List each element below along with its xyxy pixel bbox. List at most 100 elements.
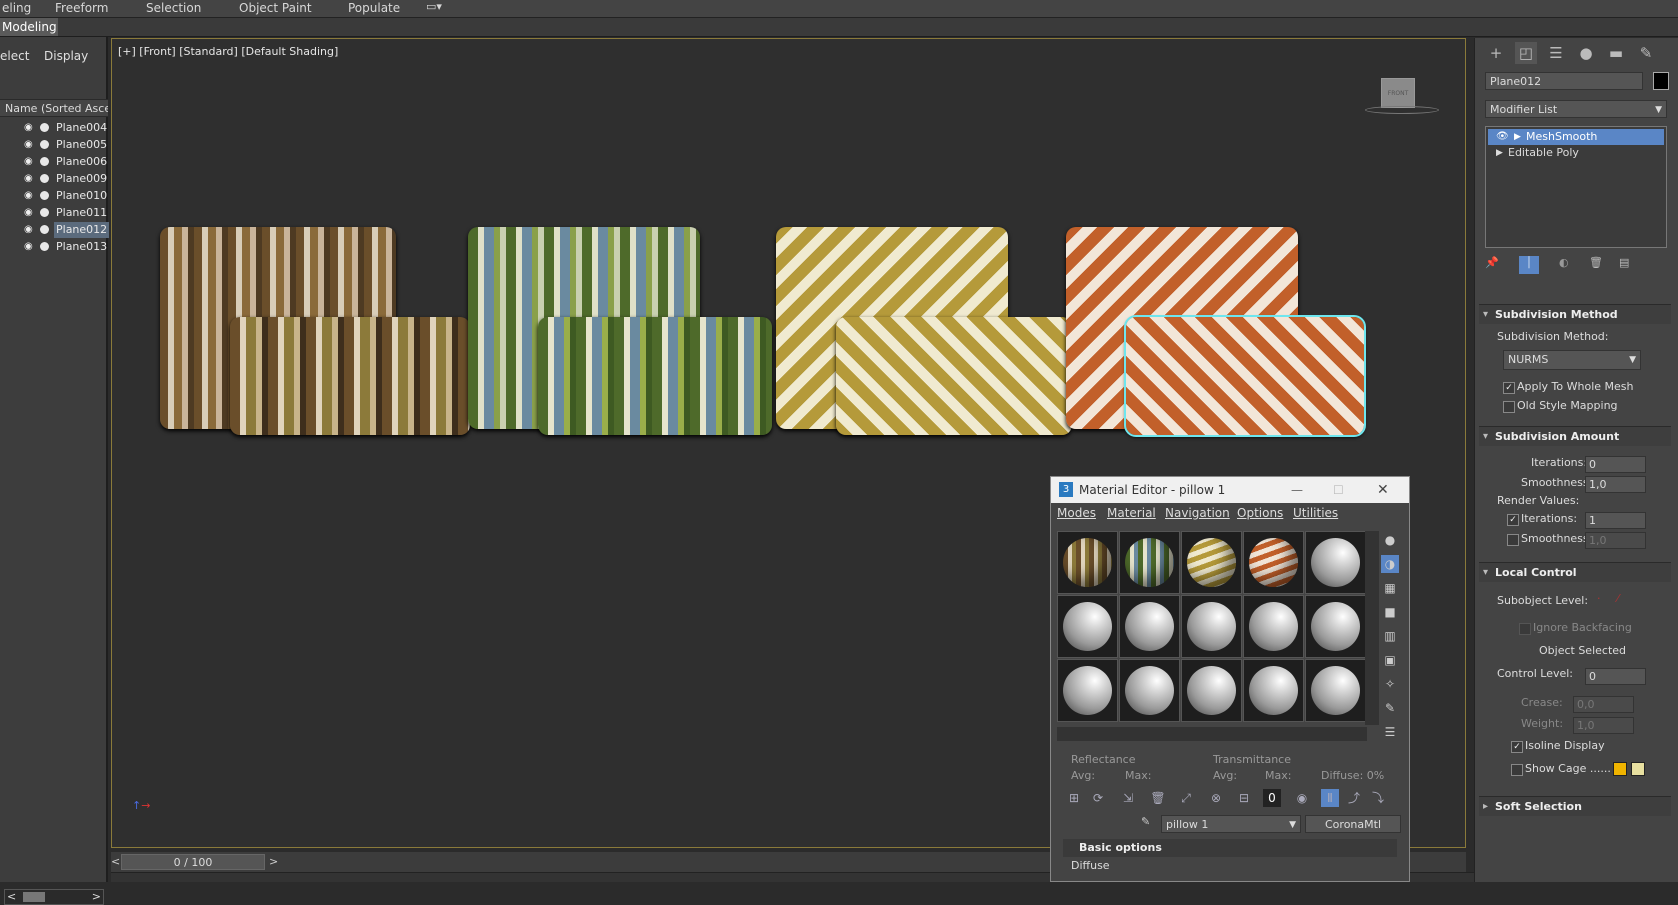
material-slot[interactable] [1305,659,1366,722]
render-toggle-icon[interactable] [40,225,49,234]
close-icon[interactable]: ✕ [1377,477,1389,503]
eye-icon[interactable]: ◉ [24,122,35,133]
section-local-control[interactable]: Local Control [1479,562,1671,583]
timeline-prev-button[interactable]: < [111,855,120,868]
show-end-result-icon[interactable]: Ⅱ [1321,789,1339,807]
render-toggle-icon[interactable] [40,123,49,132]
old-style-mapping-checkbox[interactable] [1503,401,1515,413]
cage-color-swatch-2[interactable] [1631,762,1645,776]
pillow-striped-green-small[interactable] [538,317,772,435]
make-preview-icon[interactable]: ▣ [1381,651,1399,669]
isoline-display-checkbox[interactable]: ✓ [1511,741,1523,753]
material-slot[interactable] [1305,595,1366,658]
time-slider[interactable]: 0 / 100 [121,854,265,870]
menu-options[interactable]: Options [1237,506,1283,520]
weight-spinner[interactable]: 1,0 [1573,717,1634,734]
assign-to-selection-icon[interactable]: ⇲ [1119,789,1137,807]
material-slot[interactable] [1057,659,1118,722]
explorer-tab-display[interactable]: Display [44,49,88,63]
put-to-scene-icon[interactable]: ⟳ [1089,789,1107,807]
section-subdivision-amount[interactable]: Subdivision Amount [1479,426,1671,447]
material-name-field[interactable]: pillow 1 ▼ [1161,815,1301,833]
sample-uv-tiling-icon[interactable]: ■ [1381,603,1399,621]
make-unique-icon[interactable]: ⊗ [1207,789,1225,807]
material-navigator-icon[interactable]: ☰ [1381,723,1399,741]
make-unique-icon[interactable]: ◐ [1559,256,1569,269]
render-iterations-checkbox[interactable]: ✓ [1507,514,1519,526]
explorer-row[interactable]: ◉ Plane011 [0,204,107,222]
scroll-left-icon[interactable]: < [7,890,16,903]
ignore-backfacing-checkbox[interactable] [1519,623,1531,635]
eye-icon[interactable]: ◉ [24,139,35,150]
smoothness-spinner[interactable]: 1,0 [1585,476,1646,493]
basic-options-rollout[interactable]: Basic options [1063,839,1397,857]
select-by-material-icon[interactable]: ✎ [1381,699,1399,717]
material-slot[interactable] [1057,595,1118,658]
get-material-icon[interactable]: ⊞ [1065,789,1083,807]
explorer-row[interactable]: ◉ Plane013 [0,238,107,256]
render-iterations-spinner[interactable]: 1 [1585,512,1646,529]
options-icon[interactable]: ✧ [1381,675,1399,693]
render-toggle-icon[interactable] [40,140,49,149]
section-subdivision-method[interactable]: Subdivision Method [1479,304,1671,325]
render-toggle-icon[interactable] [40,191,49,200]
scroll-thumb[interactable] [23,892,45,902]
hierarchy-tab-icon[interactable]: ☰ [1545,42,1567,64]
vertex-level-icon[interactable]: · [1597,592,1601,605]
explorer-row[interactable]: ◉ Plane009 [0,170,107,188]
render-toggle-icon[interactable] [40,208,49,217]
material-editor-titlebar[interactable]: 3 Material Editor - pillow 1 — ☐ ✕ [1051,477,1409,503]
minimize-icon[interactable]: — [1291,477,1303,503]
material-id-icon[interactable]: 0 [1263,789,1281,807]
ribbon-tab-selection[interactable]: Selection [146,1,201,15]
stack-item-editable-poly[interactable]: ▶ Editable Poly [1488,145,1664,161]
menu-navigation[interactable]: Navigation [1165,506,1230,520]
explorer-row[interactable]: ◉ Plane004 [0,119,107,137]
pillow-zebra-gold-small[interactable] [836,317,1072,435]
section-soft-selection[interactable]: Soft Selection [1479,796,1671,817]
put-to-library-icon[interactable]: ⊟ [1235,789,1253,807]
scroll-right-icon[interactable]: > [92,890,101,903]
sample-type-icon[interactable]: ● [1381,531,1399,549]
render-toggle-icon[interactable] [40,242,49,251]
explorer-row[interactable]: ◉ Plane012 [0,221,110,239]
viewcube-icon[interactable]: FRONT [1381,78,1415,108]
configure-sets-icon[interactable]: ▤ [1619,256,1629,269]
go-forward-sibling-icon[interactable]: ⤵ [1369,789,1387,807]
eye-icon[interactable]: ◉ [24,207,35,218]
material-slot[interactable] [1119,659,1180,722]
show-cage-checkbox[interactable] [1511,764,1523,776]
iterations-spinner[interactable]: 0 [1585,456,1646,473]
material-slot[interactable] [1181,595,1242,658]
edge-level-icon[interactable]: ⁄ [1617,592,1619,605]
eye-icon[interactable]: ◉ [24,241,35,252]
material-slot[interactable] [1305,531,1366,594]
ribbon-tab-modeling[interactable]: eling [2,1,31,15]
pillow-striped-brown-small[interactable] [230,317,470,435]
explorer-row[interactable]: ◉ Plane006 [0,153,107,171]
display-tab-icon[interactable]: ▬ [1605,42,1627,64]
viewcube-ring[interactable] [1365,106,1439,114]
pillow-zebra-orange-small-selected[interactable] [1124,315,1366,437]
ribbon-tab-populate[interactable]: Populate [348,1,400,15]
cage-color-swatch-1[interactable] [1613,762,1627,776]
material-slot[interactable] [1243,659,1304,722]
apply-whole-mesh-checkbox[interactable]: ✓ [1503,382,1515,394]
ribbon-tab-freeform[interactable]: Freeform [55,1,108,15]
eye-icon[interactable]: ◉ [24,224,35,235]
control-level-spinner[interactable]: 0 [1585,668,1646,685]
timeline-next-button[interactable]: > [269,855,278,868]
column-header-name[interactable]: Name (Sorted Ascen [0,99,108,117]
material-slot[interactable] [1243,531,1304,594]
reset-material-icon[interactable]: 🗑 [1149,789,1167,807]
explorer-scrollbar[interactable]: < > [4,889,104,905]
backlight-icon[interactable]: ◑ [1381,555,1399,573]
eye-icon[interactable]: 👁 [1496,129,1509,145]
material-slot[interactable] [1181,659,1242,722]
material-type-button[interactable]: CoronaMtl [1305,815,1401,833]
go-to-parent-icon[interactable]: ⤴ [1345,789,1363,807]
explorer-row[interactable]: ◉ Plane010 [0,187,107,205]
eye-icon[interactable]: ◉ [24,173,35,184]
eye-icon[interactable]: ◉ [24,156,35,167]
eye-icon[interactable]: ◉ [24,190,35,201]
